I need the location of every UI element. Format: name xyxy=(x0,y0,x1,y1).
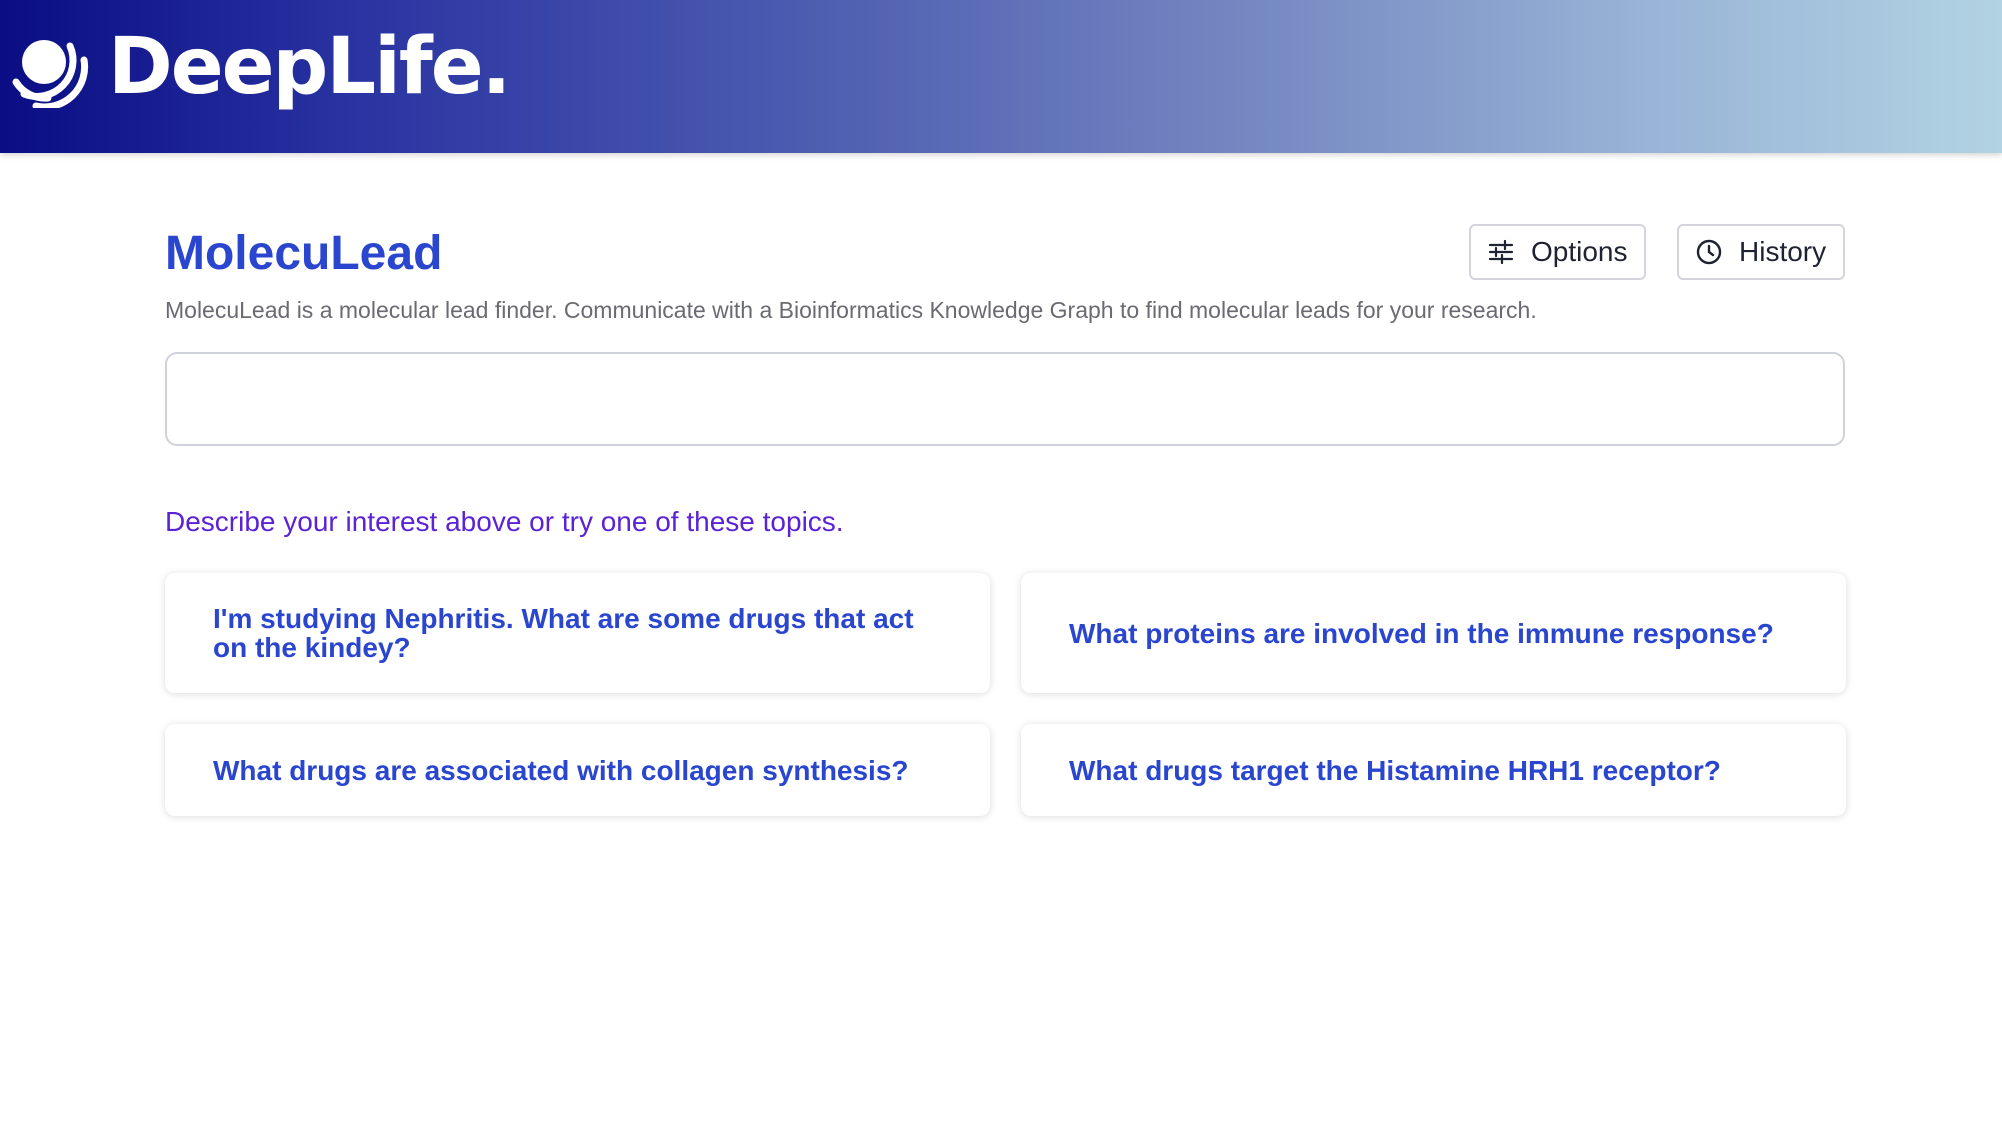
query-input[interactable] xyxy=(165,352,1845,446)
brand-name[interactable]: DeepLife. xyxy=(108,22,511,112)
deeplife-logo-icon[interactable] xyxy=(8,32,92,108)
options-button[interactable]: Options xyxy=(1469,224,1646,280)
history-button[interactable]: History xyxy=(1677,224,1845,280)
topic-card[interactable]: What drugs are associated with collagen … xyxy=(165,724,990,816)
history-label: History xyxy=(1739,236,1827,267)
topic-text: What proteins are involved in the immune… xyxy=(1069,617,1774,649)
page-description: MolecuLead is a molecular lead finder. C… xyxy=(165,297,1537,323)
clock-icon xyxy=(1696,239,1722,265)
topic-text: I'm studying Nephritis. What are some dr… xyxy=(213,603,914,663)
page-title: MolecuLead xyxy=(165,227,443,280)
topic-card[interactable]: What proteins are involved in the immune… xyxy=(1021,573,1846,693)
options-label: Options xyxy=(1531,236,1628,267)
topics-hint: Describe your interest above or try one … xyxy=(165,506,844,537)
topic-card[interactable]: What drugs target the Histamine HRH1 rec… xyxy=(1021,724,1846,816)
app-header: DeepLife. xyxy=(0,0,2002,153)
sliders-icon xyxy=(1488,239,1514,265)
topic-card[interactable]: I'm studying Nephritis. What are some dr… xyxy=(165,573,990,693)
topic-text: What drugs are associated with collagen … xyxy=(213,754,909,786)
topic-text: What drugs target the Histamine HRH1 rec… xyxy=(1069,754,1721,786)
